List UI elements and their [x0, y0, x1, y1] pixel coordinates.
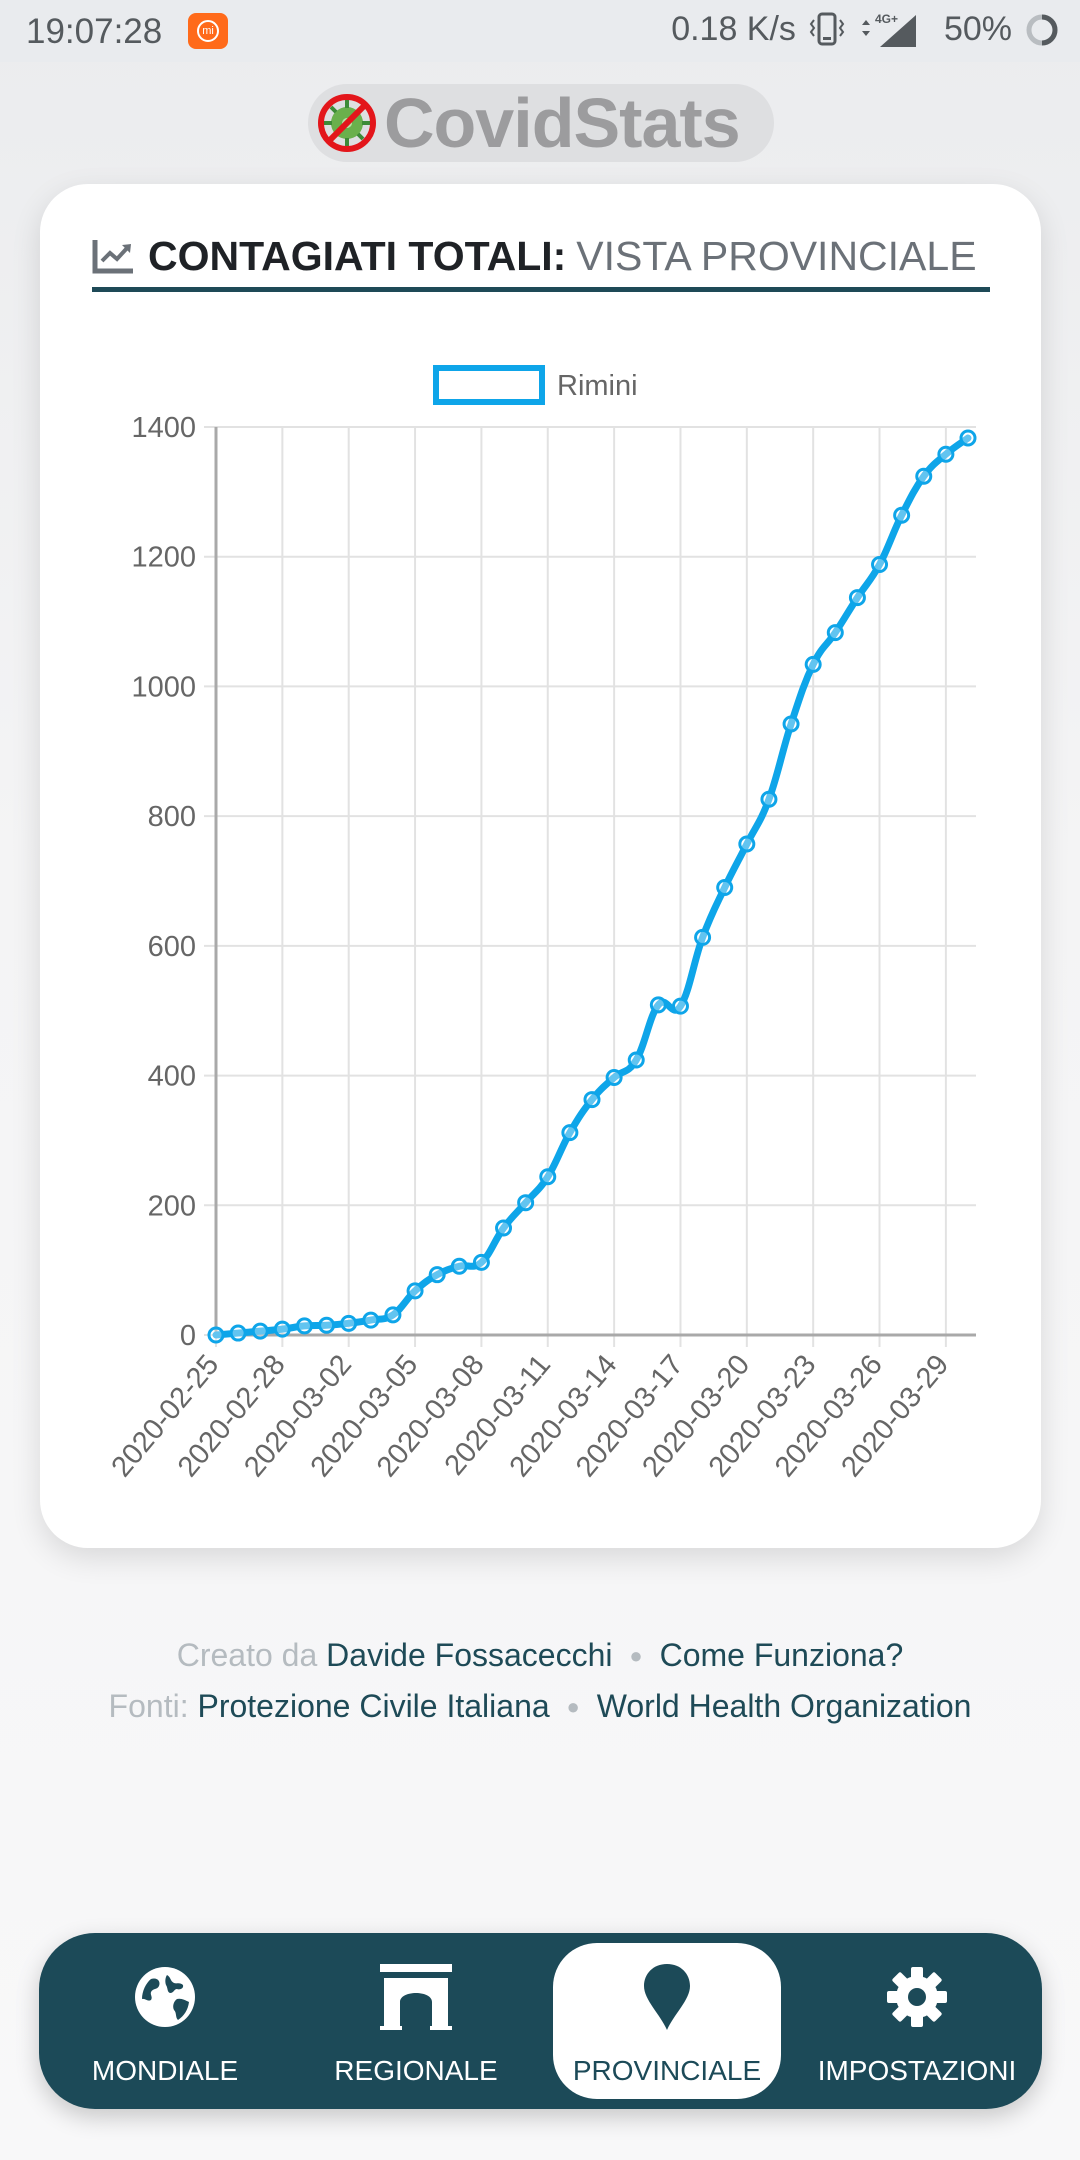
footer-credits-line: Creato da Davide Fossacecchi ● Come Funz…: [0, 1630, 1080, 1681]
data-point[interactable]: [539, 1168, 557, 1186]
data-point[interactable]: [871, 555, 889, 573]
data-point[interactable]: [561, 1124, 579, 1142]
chart-grid: [204, 426, 976, 1347]
y-tick-label: 400: [148, 1061, 196, 1093]
data-point[interactable]: [649, 996, 667, 1014]
data-point[interactable]: [207, 1326, 225, 1344]
data-point[interactable]: [694, 928, 712, 946]
nav-item-mondiale[interactable]: MONDIALE: [51, 1943, 279, 2099]
data-point[interactable]: [273, 1320, 291, 1338]
data-point[interactable]: [716, 878, 734, 896]
no-virus-icon: [318, 94, 376, 152]
chart-axes: [214, 427, 976, 1337]
arch-icon: [376, 1957, 456, 2037]
data-point[interactable]: [937, 445, 955, 463]
data-point[interactable]: [406, 1282, 424, 1300]
data-point[interactable]: [782, 715, 800, 733]
nav-label: PROVINCIALE: [572, 2055, 762, 2086]
data-point[interactable]: [893, 506, 911, 524]
data-point[interactable]: [318, 1316, 336, 1334]
x-axis-ticks: 2020-02-252020-02-282020-03-022020-03-05…: [105, 1349, 955, 1483]
bottom-nav: MONDIALE REGIONALE PROVINCIALE IMPOSTAZI…: [39, 1933, 1042, 2109]
y-tick-label: 0: [180, 1320, 196, 1352]
data-point[interactable]: [428, 1266, 446, 1284]
signal-icon: 4G+: [861, 12, 916, 47]
created-by-label: Creato da: [176, 1637, 318, 1673]
how-it-works-link[interactable]: Come Funziona?: [660, 1637, 904, 1673]
globe-icon: [125, 1957, 205, 2037]
chart-legend: Rimini: [433, 365, 638, 405]
series-line-rimini: [212, 434, 972, 1339]
separator-dot: ●: [629, 1643, 643, 1668]
y-axis-ticks: 0 200 400 600 800 1000 1200 1400: [131, 412, 196, 1352]
data-point[interactable]: [340, 1314, 358, 1332]
app-logo: CovidStats: [308, 84, 774, 162]
source-who-link[interactable]: World Health Organization: [597, 1688, 972, 1724]
data-point[interactable]: [517, 1194, 535, 1212]
data-point[interactable]: [627, 1051, 645, 1069]
y-tick-label: 1200: [131, 542, 196, 574]
status-time: 19:07:28: [26, 12, 163, 51]
nav-item-regionale[interactable]: REGIONALE: [302, 1943, 530, 2099]
nav-label: IMPOSTAZIONI: [817, 2055, 1017, 2086]
data-point[interactable]: [804, 655, 822, 673]
nav-label: MONDIALE: [91, 2055, 239, 2086]
data-point[interactable]: [472, 1253, 490, 1271]
gear-icon: [877, 1957, 957, 2037]
data-point[interactable]: [915, 467, 933, 485]
data-point[interactable]: [826, 624, 844, 642]
y-tick-label: 600: [148, 931, 196, 963]
data-point[interactable]: [295, 1317, 313, 1335]
data-point[interactable]: [738, 835, 756, 853]
mi-app-icon: mi: [188, 13, 228, 49]
data-point[interactable]: [384, 1306, 402, 1324]
data-point[interactable]: [450, 1257, 468, 1275]
data-point[interactable]: [605, 1069, 623, 1087]
data-point[interactable]: [251, 1322, 269, 1340]
chart-card: CONTAGIATI TOTALI: VISTA PROVINCIALE 0 20…: [40, 184, 1041, 1548]
data-point[interactable]: [671, 997, 689, 1015]
data-point[interactable]: [362, 1311, 380, 1329]
data-point[interactable]: [229, 1324, 247, 1342]
battery-ring-icon: [1026, 14, 1058, 45]
y-tick-label: 200: [148, 1190, 196, 1222]
status-right: 0.18 K/s 4G+ 50%: [671, 10, 1060, 49]
sources-label: Fonti:: [108, 1688, 189, 1724]
network-speed: 0.18 K/s: [671, 10, 796, 48]
legend-label-rimini[interactable]: Rimini: [557, 370, 638, 402]
y-tick-label: 1000: [131, 671, 196, 703]
author-link[interactable]: Davide Fossacecchi: [326, 1637, 612, 1673]
nav-item-provinciale[interactable]: PROVINCIALE: [553, 1943, 781, 2099]
battery-percent: 50%: [943, 10, 1012, 48]
network-type: 4G+: [875, 12, 898, 26]
data-point[interactable]: [959, 429, 977, 447]
footer-sources-line: Fonti: Protezione Civile Italiana ● Worl…: [0, 1681, 1080, 1732]
data-point[interactable]: [495, 1219, 513, 1237]
nav-item-impostazioni[interactable]: IMPOSTAZIONI: [803, 1943, 1031, 2099]
data-point[interactable]: [583, 1091, 601, 1109]
data-point[interactable]: [848, 589, 866, 607]
y-tick-label: 1400: [131, 412, 196, 444]
separator-dot: ●: [566, 1694, 580, 1719]
nav-label: REGIONALE: [334, 2055, 498, 2086]
vibrate-icon: [809, 12, 845, 45]
footer: Creato da Davide Fossacecchi ● Come Funz…: [0, 1630, 1080, 1732]
map-pin-icon: [627, 1957, 707, 2037]
source-protezione-civile-link[interactable]: Protezione Civile Italiana: [197, 1688, 549, 1724]
y-tick-label: 800: [148, 801, 196, 833]
legend-swatch-rimini[interactable]: [433, 365, 545, 405]
data-point[interactable]: [760, 790, 778, 808]
status-bar: 19:07:28 mi 0.18 K/s 4G+ 50%: [0, 0, 1080, 62]
line-chart: 0 200 400 600 800 1000 1200 1400 2020-02-252020…: [105, 365, 977, 1483]
app-title: CovidStats: [384, 84, 741, 162]
